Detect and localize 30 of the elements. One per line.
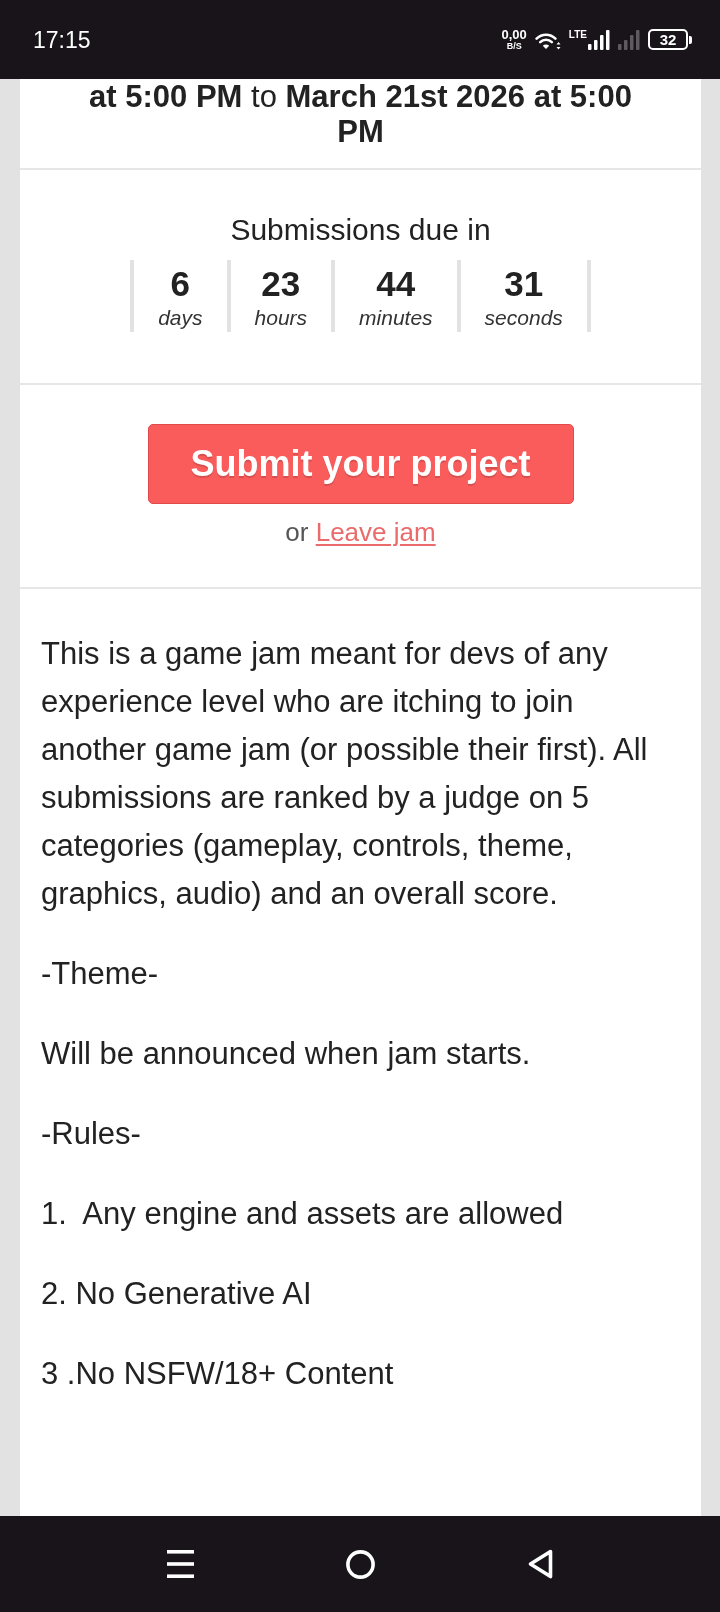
description-paragraph: This is a game jam meant for devs of any experience level who are itching to join another game jam (or possible their first). All submissions are ranked by a judge on 5 categories (gameplay, controls, theme, graphics, audio) and an overall score.: [41, 635, 649, 913]
countdown-unit: minutes: [359, 305, 433, 331]
menu-icon[interactable]: [166, 1550, 194, 1578]
signal-icon: [618, 29, 640, 50]
leave-jam-link[interactable]: Leave jam: [315, 517, 436, 547]
description-paragraph: 1. Any engine and assets are allowed: [41, 1195, 565, 1233]
leave-jam-text: or Leave jam: [285, 516, 436, 548]
countdown-value: 31: [504, 264, 544, 304]
description-paragraph: -Theme-: [41, 955, 160, 993]
submit-project-button[interactable]: Submit your project: [147, 424, 574, 504]
home-icon[interactable]: [345, 1549, 375, 1579]
schedule-text: at 5:00 PM to March 21st 2026 at 5:00 PM: [88, 79, 633, 149]
description-paragraph: 2. No Generative AI: [41, 1275, 313, 1313]
battery-indicator: 32: [648, 29, 692, 50]
countdown-unit: days: [158, 305, 203, 331]
back-icon[interactable]: [527, 1549, 553, 1579]
countdown-value: 6: [170, 264, 191, 304]
description-paragraph: Will be announced when jam starts.: [41, 1035, 532, 1073]
description-paragraph: -Rules-: [41, 1115, 142, 1153]
network-type: LTE: [568, 29, 587, 40]
status-time: 17:15: [33, 25, 91, 54]
countdown-value: 23: [261, 264, 301, 304]
signal-icon: [588, 29, 610, 50]
description-paragraph: 3 .No NSFW/18+ Content: [41, 1355, 395, 1393]
countdown-title: Submissions due in: [230, 212, 491, 248]
countdown-unit: seconds: [484, 305, 563, 331]
network-speed: 0,00: [501, 28, 527, 41]
countdown-value: 44: [376, 264, 416, 304]
network-speed-unit: B/S: [506, 41, 522, 51]
countdown-unit: hours: [254, 305, 308, 331]
